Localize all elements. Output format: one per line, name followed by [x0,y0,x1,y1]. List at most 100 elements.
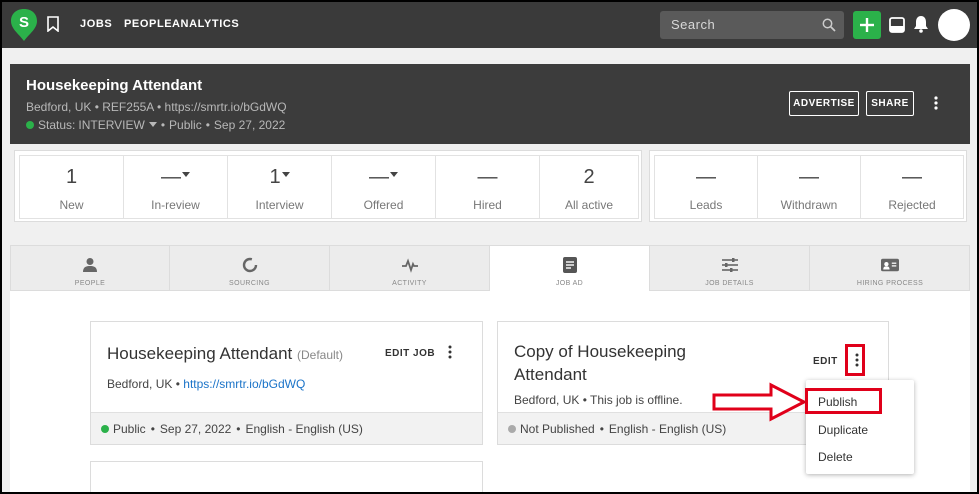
tab-label: SOURCING [229,280,270,287]
stat-label: Offered [363,198,404,212]
search-icon[interactable] [822,18,836,32]
top-navbar: S JOBS PEOPLE ANALYTICS [2,2,977,48]
stat-value: — [477,166,498,188]
app-frame: S JOBS PEOPLE ANALYTICS Search Housekeep… [2,2,977,492]
tab-activity[interactable]: ACTIVITY [330,246,490,291]
job-ad-card-partial [90,461,483,492]
card-url-link[interactable]: https://smrtr.io/bGdWQ [183,377,305,391]
card-language: English - English (US) [608,421,727,436]
stat-new[interactable]: 1 New [19,155,124,219]
share-button[interactable]: SHARE [866,91,914,116]
tab-job-ad[interactable]: JOB AD [490,246,650,291]
edit-button[interactable]: EDIT [813,356,838,367]
tab-job-details[interactable]: JOB DETAILS [650,246,810,291]
chevron-down-icon [390,172,398,178]
card-status: Not Published [520,421,595,436]
status-dot [101,424,109,433]
default-tag: (Default) [297,348,344,362]
job-meta: Bedford, UK • REF255A • https://smrtr.io… [26,100,287,114]
stat-offered[interactable]: — Offered [331,155,436,219]
pipeline-stats: 1 New — In-review 1 Interview — Offered … [14,150,642,222]
stat-label: Rejected [888,198,936,212]
status-dropdown[interactable]: INTERVIEW [78,118,144,132]
chevron-down-icon[interactable] [148,122,157,127]
stat-value-row: — [332,166,435,189]
stat-interview[interactable]: 1 Interview [227,155,332,219]
menu-item-delete[interactable]: Delete [818,450,853,464]
card-title-line1: Copy of Housekeeping [514,342,687,361]
card-title: Copy of Housekeeping Attendant [514,340,686,386]
stat-leads[interactable]: — Leads [654,155,758,219]
card-meta: Bedford, UK • https://smrtr.io/bGdWQ [107,377,305,391]
status-dot [26,121,34,129]
logo-letter: S [19,14,29,31]
stat-value: — [161,166,181,188]
job-tabs: PEOPLE SOURCING ACTIVITY JOB AD JOB DETA… [10,245,970,291]
stat-value: — [696,166,716,188]
tab-sourcing[interactable]: SOURCING [170,246,330,291]
search-input[interactable] [671,17,811,32]
separator: • [156,100,165,114]
job-visibility: Public [169,118,202,132]
menu-item-duplicate[interactable]: Duplicate [818,423,868,437]
add-button[interactable] [853,11,881,39]
stat-rejected[interactable]: — Rejected [860,155,964,219]
bookmark-icon[interactable] [46,16,60,32]
stat-label: Withdrawn [780,198,838,212]
other-stats: — Leads — Withdrawn — Rejected [649,150,967,222]
stat-in-review[interactable]: — In-review [123,155,228,219]
offline-notice: This job is offline. [590,393,683,407]
search-box [660,11,844,39]
chevron-down-icon [182,172,190,178]
job-ad-card-default: Housekeeping Attendant (Default) EDIT JO… [90,321,483,445]
stat-hired[interactable]: — Hired [435,155,540,219]
chevron-down-icon [281,172,290,178]
job-date: Sep 27, 2022 [213,118,286,132]
sourcing-ring-icon [242,257,257,273]
edit-job-button[interactable]: EDIT JOB [385,348,435,359]
nav-analytics[interactable]: ANALYTICS [172,18,239,30]
inbox-icon[interactable] [889,17,905,33]
stat-label: New [59,198,84,212]
status-dot [508,424,516,433]
document-icon [562,257,577,273]
job-location: Bedford, UK [26,100,92,114]
bell-icon[interactable] [913,15,929,33]
nav-jobs[interactable]: JOBS [80,18,112,30]
stat-all-active[interactable]: 2 All active [539,155,639,219]
tab-label: ACTIVITY [392,280,427,287]
more-options-icon[interactable] [932,95,940,111]
stat-value: — [799,166,819,188]
job-status-row: Status: INTERVIEW • Public • Sep 27, 202… [26,118,285,132]
stat-label: In-review [151,198,200,212]
tab-hiring-process[interactable]: HIRING PROCESS [810,246,970,291]
advertise-button[interactable]: ADVERTISE [789,91,859,116]
card-status: Public [113,421,146,436]
card-location: Bedford, UK [107,377,173,391]
stat-value: 1 [269,166,281,188]
stat-withdrawn[interactable]: — Withdrawn [757,155,861,219]
more-options-icon[interactable] [447,345,453,359]
job-title: Housekeeping Attendant [26,77,203,94]
tab-label: PEOPLE [74,280,106,287]
smartrecruiters-logo[interactable]: S [10,8,38,42]
card-meta: Bedford, UK • This job is offline. [514,393,683,407]
sliders-icon [721,258,738,272]
tab-label: JOB AD [555,280,584,287]
stat-label: Leads [689,198,723,212]
stat-value: — [902,166,922,188]
separator: • [205,118,210,132]
person-icon [83,258,97,272]
user-avatar[interactable] [938,9,970,41]
tab-label: HIRING PROCESS [856,280,924,287]
stat-value: — [369,166,389,188]
tab-people[interactable]: PEOPLE [11,246,170,291]
separator: • [160,118,166,132]
card-language: English - English (US) [245,421,363,436]
job-ref: REF255A [102,100,154,114]
separator: • [582,393,591,407]
nav-people[interactable]: PEOPLE [124,18,172,30]
highlight-box-publish [805,388,882,414]
job-url[interactable]: https://smrtr.io/bGdWQ [165,100,287,114]
plus-icon [860,18,874,32]
